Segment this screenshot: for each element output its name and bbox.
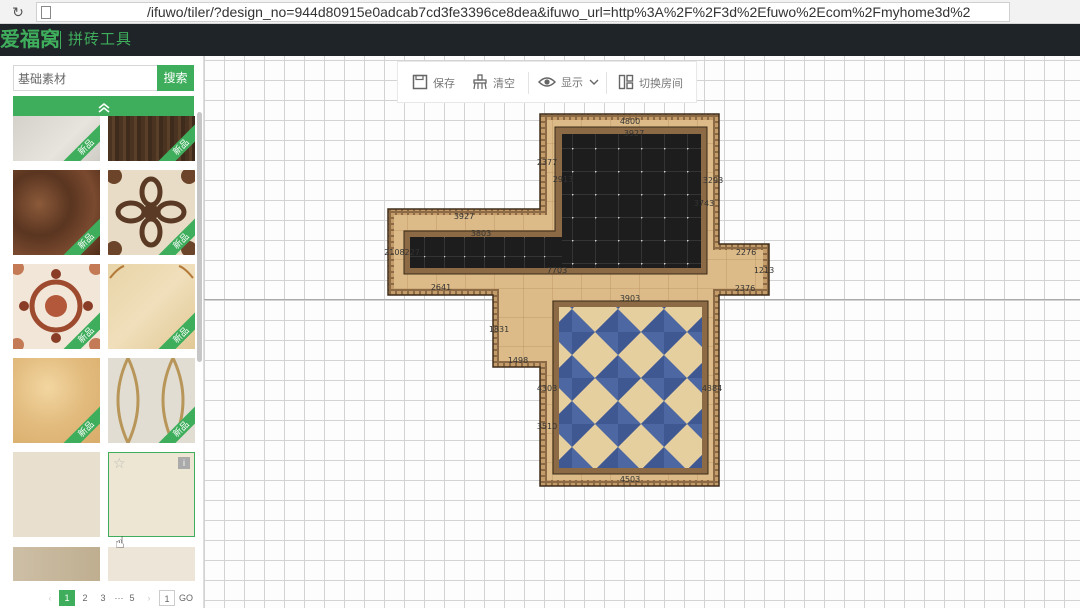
tile-dark-wood[interactable]: 新品 [108, 116, 195, 161]
page-2[interactable]: 2 [77, 590, 93, 606]
dim-lower-left: 2641 [431, 283, 451, 292]
dim-lower-side-2: 1498 [508, 356, 528, 365]
design-canvas[interactable]: 保存 清空 显示 切换房间 4800 3927 2377 2913 3293 3… [204, 56, 1080, 608]
dim-bottom: 4503 [620, 475, 640, 484]
black-strip-region [410, 237, 562, 268]
tile-light-gray-marble[interactable]: 新品 [13, 116, 100, 161]
tile-pale-cream-selected[interactable]: ☆ i [108, 452, 195, 537]
chevron-up-double-icon [98, 102, 109, 113]
hand-cursor-icon: ☝ [115, 535, 125, 552]
sidebar-scrollbar[interactable] [197, 112, 203, 362]
new-badge: 新品 [156, 122, 195, 161]
diamond-tile-region [559, 307, 702, 468]
next-page-icon[interactable]: › [141, 590, 157, 606]
dim-right-ext-3: 2376 [735, 284, 755, 293]
dim-far-left: 2108227 [384, 248, 420, 257]
browser-address-bar: ↻ /ifuwo/tiler/?design_no=944d80915e0adc… [0, 0, 1080, 24]
logo[interactable]: 爱福窝 [0, 27, 60, 53]
dim-lower-right: 4384 [702, 384, 722, 393]
star-icon[interactable]: ☆ [113, 455, 126, 472]
dim-lower-side-1: 1831 [489, 325, 509, 334]
dim-right-top-2: 3743 [694, 199, 714, 208]
tool-title: 拼砖工具 [68, 31, 133, 48]
tile-brown-marble[interactable]: 新品 [13, 170, 100, 255]
page-3[interactable]: 3 [95, 590, 111, 606]
logo-divider [60, 31, 61, 49]
go-button[interactable]: GO [177, 590, 195, 606]
dim-left-step-2: 2913 [553, 175, 573, 184]
page-5[interactable]: 5 [124, 590, 140, 606]
dim-lower-inner-left-2: 3510 [537, 422, 557, 431]
tile-red-medallion[interactable]: 新品 [13, 264, 100, 349]
app-header: 爱福窝 拼砖工具 [0, 24, 1080, 56]
dim-top-inner: 3927 [624, 129, 644, 138]
tile-golden-marble[interactable]: 新品 [13, 358, 100, 443]
floor-plan[interactable]: 4800 3927 2377 2913 3293 3743 3927 3803 … [204, 56, 1080, 608]
new-badge: 新品 [61, 216, 100, 255]
dim-top-outer: 4800 [620, 117, 640, 126]
tile-floral-medallion[interactable]: 新品 [108, 170, 195, 255]
url-field[interactable]: /ifuwo/tiler/?design_no=944d80915e0adcab… [36, 2, 1010, 22]
dim-right-top-1: 3293 [703, 176, 723, 185]
dim-mid-left-1: 3927 [454, 212, 474, 221]
reload-icon[interactable]: ↻ [8, 2, 28, 22]
url-text: /ifuwo/tiler/?design_no=944d80915e0adcab… [147, 4, 971, 20]
dim-lower-top: 3903 [620, 294, 640, 303]
dim-lower-inner-left: 4303 [537, 384, 557, 393]
dim-mid-bottom: 7703 [547, 266, 567, 275]
material-sidebar: 搜索 新品 新品 新品 新品 新品 [0, 56, 204, 608]
new-badge: 新品 [61, 404, 100, 443]
info-icon[interactable]: i [178, 457, 190, 469]
tile-plain-cream[interactable] [13, 452, 100, 537]
collapse-button[interactable] [13, 96, 194, 116]
goto-page-input[interactable]: 1 [159, 590, 175, 606]
dim-right-ext-2: 1213 [754, 266, 774, 275]
new-badge: 新品 [61, 122, 100, 161]
dim-right-ext-1: 2276 [736, 248, 756, 257]
page-icon [41, 6, 51, 19]
tile-brown-stone[interactable] [13, 547, 100, 581]
scrollbar-thumb[interactable] [197, 112, 202, 362]
dim-left-step-1: 2377 [537, 158, 557, 167]
prev-page-icon[interactable]: ‹ [42, 590, 58, 606]
tile-gold-lattice[interactable]: 新品 [108, 358, 195, 443]
dim-mid-left-2: 3803 [471, 229, 491, 238]
tile-beige-corner-ornament[interactable]: 新品 [108, 264, 195, 349]
page-1[interactable]: 1 [59, 590, 75, 606]
search-button[interactable]: 搜索 [157, 65, 194, 91]
search-input[interactable] [13, 65, 157, 91]
